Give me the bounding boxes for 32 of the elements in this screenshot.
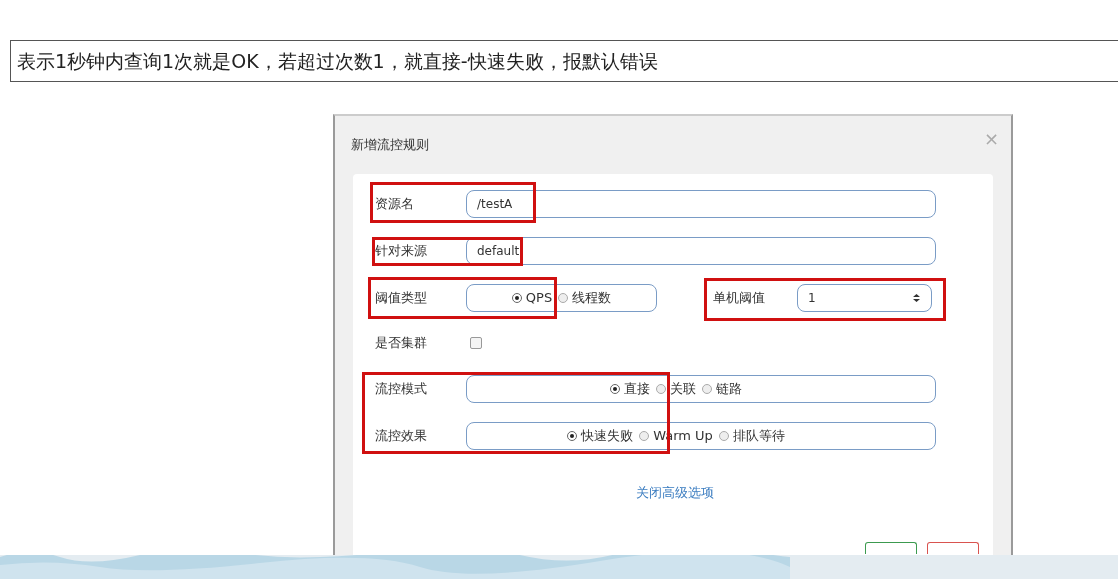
radio-dot[interactable] — [610, 383, 620, 394]
radio-dot[interactable] — [511, 292, 522, 303]
radio-option[interactable]: 排队等待 — [718, 426, 785, 445]
spinner-icon[interactable] — [912, 292, 921, 303]
field-label: 流控效果 — [374, 426, 428, 445]
radio-dot[interactable] — [567, 430, 578, 441]
radio-dot[interactable] — [718, 430, 729, 441]
field-label: 资源名 — [374, 194, 415, 213]
field-label: 是否集群 — [374, 334, 428, 352]
confirm-button[interactable] — [865, 542, 917, 554]
number-field[interactable]: 1 — [797, 283, 932, 312]
field-label: 流控模式 — [374, 379, 428, 398]
radio-option[interactable]: 线程数 — [558, 288, 612, 307]
radio-option[interactable]: 快速失败 — [567, 426, 634, 445]
text-field[interactable]: default — [466, 236, 936, 265]
radio-option[interactable]: 链路 — [702, 379, 742, 398]
text-field[interactable]: /testA — [466, 189, 936, 218]
radio-dot[interactable] — [656, 383, 666, 394]
radio-dot[interactable] — [702, 383, 712, 394]
dialog-title: 新增流控规则 — [351, 136, 429, 154]
advanced-options-link[interactable]: 关闭高级选项 — [632, 484, 714, 502]
cancel-button[interactable] — [927, 542, 979, 554]
radio-dot[interactable] — [558, 292, 569, 303]
radio-option[interactable]: QPS — [511, 290, 553, 305]
checkbox[interactable] — [470, 337, 482, 349]
radio-option[interactable]: 直接 — [610, 379, 650, 398]
radio-option[interactable]: 关联 — [656, 379, 696, 398]
field-label: 针对来源 — [374, 241, 428, 260]
radio-dot[interactable] — [639, 430, 650, 441]
field-label: 阈值类型 — [374, 288, 428, 307]
annotation-text: 表示1秒钟内查询1次就是OK，若超过次数1，就直接-快速失败，报默认错误 — [10, 40, 1118, 82]
field-label: 单机阈值 — [712, 288, 765, 307]
